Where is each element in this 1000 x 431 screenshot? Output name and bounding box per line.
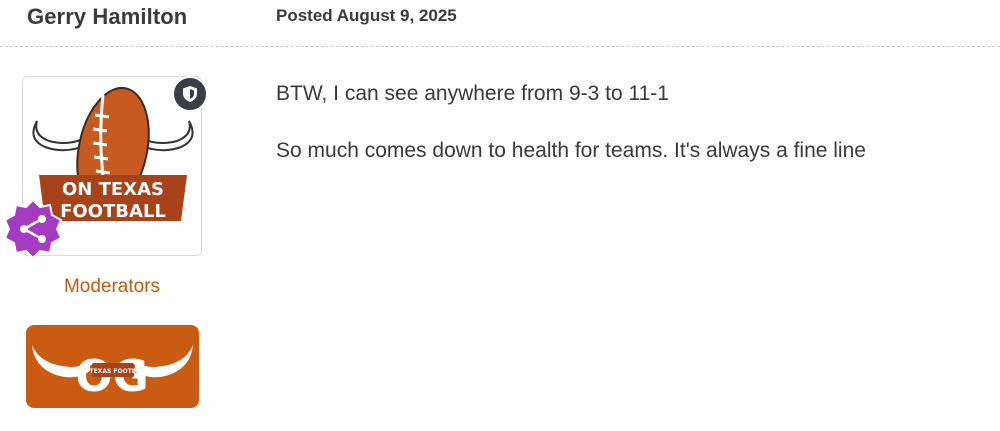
share-icon[interactable] <box>2 198 64 260</box>
og-badge: OG ON TEXAS FOOTBALL <box>26 325 199 408</box>
logo-line2: FOOTBALL <box>60 201 166 222</box>
logo-line1: ON TEXAS <box>62 179 164 200</box>
member-group-label: Moderators <box>63 276 161 297</box>
divider <box>0 46 1000 47</box>
author-name[interactable]: Gerry Hamilton <box>27 4 187 30</box>
post-date[interactable]: Posted August 9, 2025 <box>276 6 457 26</box>
shield-icon[interactable] <box>172 76 208 112</box>
post-header: Gerry Hamilton Posted August 9, 2025 <box>0 0 1000 48</box>
og-subtext: ON TEXAS FOOTBALL <box>77 368 149 375</box>
post-line: BTW, I can see anywhere from 9-3 to 11-1 <box>276 82 669 105</box>
post-line: So much comes down to health for teams. … <box>276 139 866 163</box>
post-content: BTW, I can see anywhere from 9-3 to 11-1… <box>276 80 976 195</box>
